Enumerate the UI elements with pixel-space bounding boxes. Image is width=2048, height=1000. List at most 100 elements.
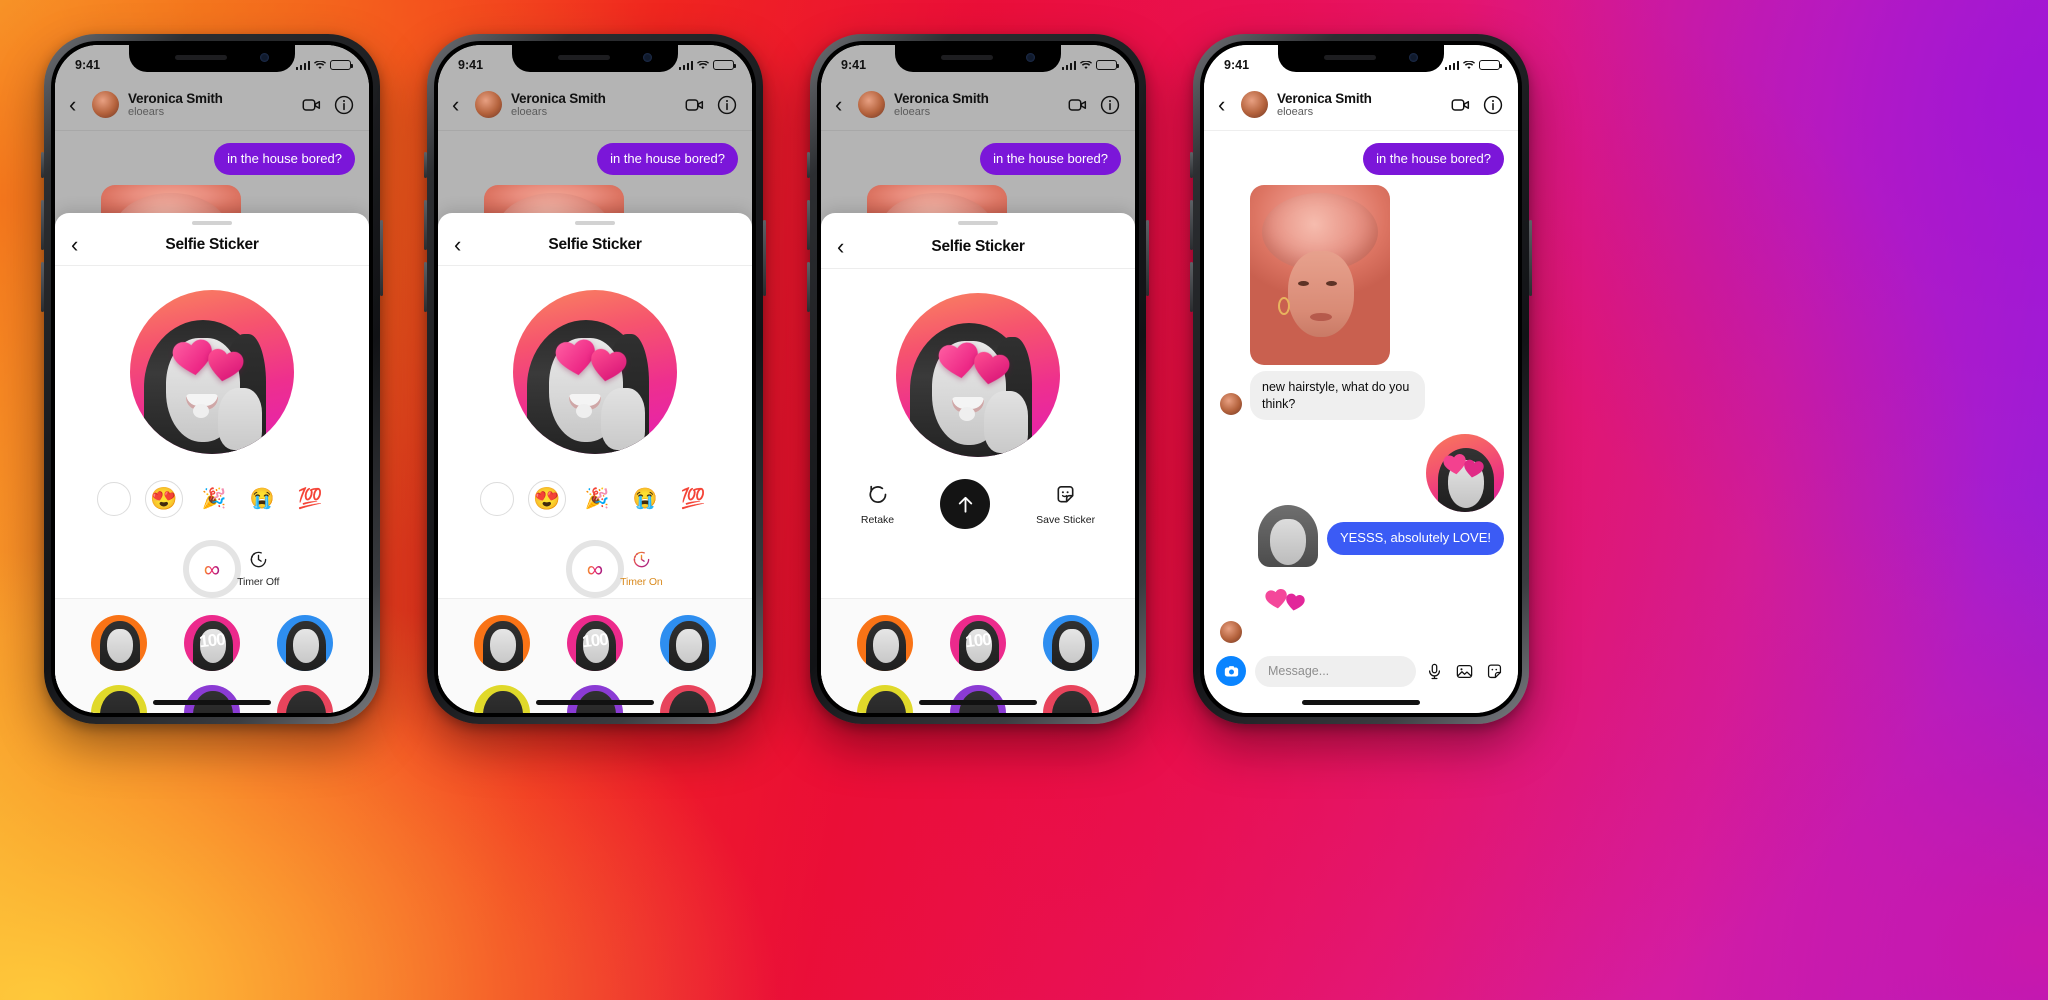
contact-username: eloears <box>511 105 548 118</box>
sheet-back-button[interactable]: ‹ <box>837 235 844 258</box>
contact-name: Veronica Smith <box>894 90 989 106</box>
notch <box>1278 45 1444 72</box>
chevron-left-icon[interactable]: ‹ <box>452 93 466 116</box>
timer-label: Timer On <box>620 576 663 588</box>
emoji-option-hundred-points[interactable]: 💯 <box>676 482 710 516</box>
message-bubble-outgoing: in the house bored? <box>1363 143 1504 176</box>
emoji-selector: 😍 🎉 😭 💯 <box>55 454 369 518</box>
tray-sticker-yellow[interactable] <box>91 685 148 713</box>
save-sticker-label: Save Sticker <box>1036 513 1096 526</box>
emoji-option-loudly-crying[interactable]: 😭 <box>245 482 279 516</box>
tray-sticker-blue[interactable] <box>276 615 333 671</box>
chat-body: in the house bored? new hairstyle, what … <box>1204 131 1518 645</box>
loop-capture-button[interactable]: ∞ <box>183 540 241 598</box>
home-indicator <box>153 700 271 705</box>
phone-1: 9:41 ‹ Veronica Smith eloears in the hou… <box>41 34 383 724</box>
chat-header: ‹ Veronica Smith eloears <box>1204 79 1518 131</box>
avatar[interactable] <box>1241 91 1268 118</box>
chevron-left-icon[interactable]: ‹ <box>69 93 83 116</box>
tray-sticker-purple[interactable] <box>949 685 1006 713</box>
tray-sticker-blue[interactable] <box>659 615 716 671</box>
timer-toggle[interactable]: Timer On <box>620 550 663 588</box>
sticker-face-icon <box>1057 485 1074 503</box>
tray-sticker-purple[interactable] <box>183 685 240 713</box>
info-circle-icon[interactable] <box>333 94 355 116</box>
video-camera-icon[interactable] <box>1450 94 1472 116</box>
tray-sticker-orange[interactable] <box>857 615 914 671</box>
video-camera-icon[interactable] <box>684 94 706 116</box>
emoji-option-heart-eyes[interactable]: 😍 <box>528 480 566 518</box>
cellular-signal-icon <box>1061 60 1076 70</box>
cellular-signal-icon <box>1444 60 1459 70</box>
tray-sticker-red[interactable] <box>276 685 333 713</box>
loop-capture-button[interactable]: ∞ <box>566 540 624 598</box>
message-input[interactable]: Message... <box>1255 655 1416 687</box>
battery-icon <box>713 60 736 70</box>
send-sticker-button[interactable] <box>940 479 991 529</box>
cellular-signal-icon <box>678 60 693 70</box>
microphone-icon[interactable] <box>1425 662 1444 681</box>
photo-image-icon[interactable] <box>1455 662 1474 681</box>
emoji-option-hundred-points[interactable]: 💯 <box>293 482 327 516</box>
selfie-preview <box>438 266 752 454</box>
chat-header: ‹ Veronica Smith eloears <box>438 79 752 131</box>
tray-sticker-blue[interactable] <box>1042 615 1099 671</box>
contact-name: Veronica Smith <box>128 90 223 106</box>
phone-4: 9:41 ‹ Veronica Smith eloears in the hou… <box>1190 34 1532 724</box>
sheet-back-button[interactable]: ‹ <box>71 233 78 256</box>
emoji-option-loudly-crying[interactable]: 😭 <box>628 482 662 516</box>
contact-name: Veronica Smith <box>1277 90 1372 106</box>
cellular-signal-icon <box>295 60 310 70</box>
phone-2: 9:41 ‹ Veronica Smith eloears in the hou… <box>424 34 766 724</box>
info-circle-icon[interactable] <box>716 94 738 116</box>
selfie-preview <box>821 269 1135 457</box>
tray-sticker-orange[interactable] <box>91 615 148 671</box>
tray-sticker-yellow[interactable] <box>857 685 914 713</box>
message-bubble-incoming: new hairstyle, what do you think? <box>1250 371 1425 421</box>
emoji-option-none[interactable] <box>480 482 514 516</box>
chevron-left-icon[interactable]: ‹ <box>835 93 849 116</box>
tray-sticker-pink-100[interactable]: 100 <box>949 615 1006 671</box>
status-time: 9:41 <box>841 58 867 72</box>
video-camera-icon[interactable] <box>1067 94 1089 116</box>
tray-sticker-orange[interactable] <box>474 615 531 671</box>
selfie-preview <box>55 266 369 454</box>
emoji-option-party-popper[interactable]: 🎉 <box>197 482 231 516</box>
chevron-left-icon[interactable]: ‹ <box>1218 93 1232 116</box>
tray-sticker-yellow[interactable] <box>474 685 531 713</box>
timer-toggle[interactable]: Timer Off <box>237 550 279 588</box>
emoji-option-party-popper[interactable]: 🎉 <box>580 482 614 516</box>
info-circle-icon[interactable] <box>1099 94 1121 116</box>
message-bubble-outgoing-2: YESSS, absolutely LOVE! <box>1326 522 1504 555</box>
contact-name: Veronica Smith <box>511 90 606 106</box>
page-title: Selfie Sticker <box>931 237 1025 255</box>
emoji-option-heart-eyes[interactable]: 😍 <box>145 480 183 518</box>
sheet-back-button[interactable]: ‹ <box>454 233 461 256</box>
emoji-option-none[interactable] <box>97 482 131 516</box>
phone-mockup-stage: 9:41 ‹ Veronica Smith eloears in the hou… <box>0 0 2048 1000</box>
video-camera-icon[interactable] <box>301 94 323 116</box>
battery-icon <box>1479 60 1502 70</box>
avatar[interactable] <box>92 91 119 118</box>
tray-sticker-purple[interactable] <box>566 685 623 713</box>
selfie-sticker-sheet: ‹ Selfie Sticker Retake Save Sticker 100 <box>821 213 1135 713</box>
retake-button[interactable]: Retake <box>861 482 894 526</box>
tray-sticker-red[interactable] <box>659 685 716 713</box>
tray-sticker-pink-100[interactable]: 100 <box>183 615 240 671</box>
timer-label: Timer Off <box>237 576 280 588</box>
info-circle-icon[interactable] <box>1482 94 1504 116</box>
arrow-up-icon <box>958 496 972 513</box>
avatar[interactable] <box>858 91 885 118</box>
contact-username: eloears <box>128 105 165 118</box>
message-avatar <box>1220 393 1242 416</box>
tray-sticker-red[interactable] <box>1042 685 1099 713</box>
sticker-face-icon[interactable] <box>1485 662 1504 681</box>
tray-sticker-pink-100[interactable]: 100 <box>566 615 623 671</box>
home-indicator <box>1302 700 1420 705</box>
battery-icon <box>1096 60 1119 70</box>
avatar[interactable] <box>475 91 502 118</box>
save-sticker-button[interactable]: Save Sticker <box>1036 483 1095 526</box>
chat-header: ‹ Veronica Smith eloears <box>821 79 1135 131</box>
camera-button[interactable] <box>1216 656 1246 686</box>
undo-arrow-icon <box>869 485 886 503</box>
